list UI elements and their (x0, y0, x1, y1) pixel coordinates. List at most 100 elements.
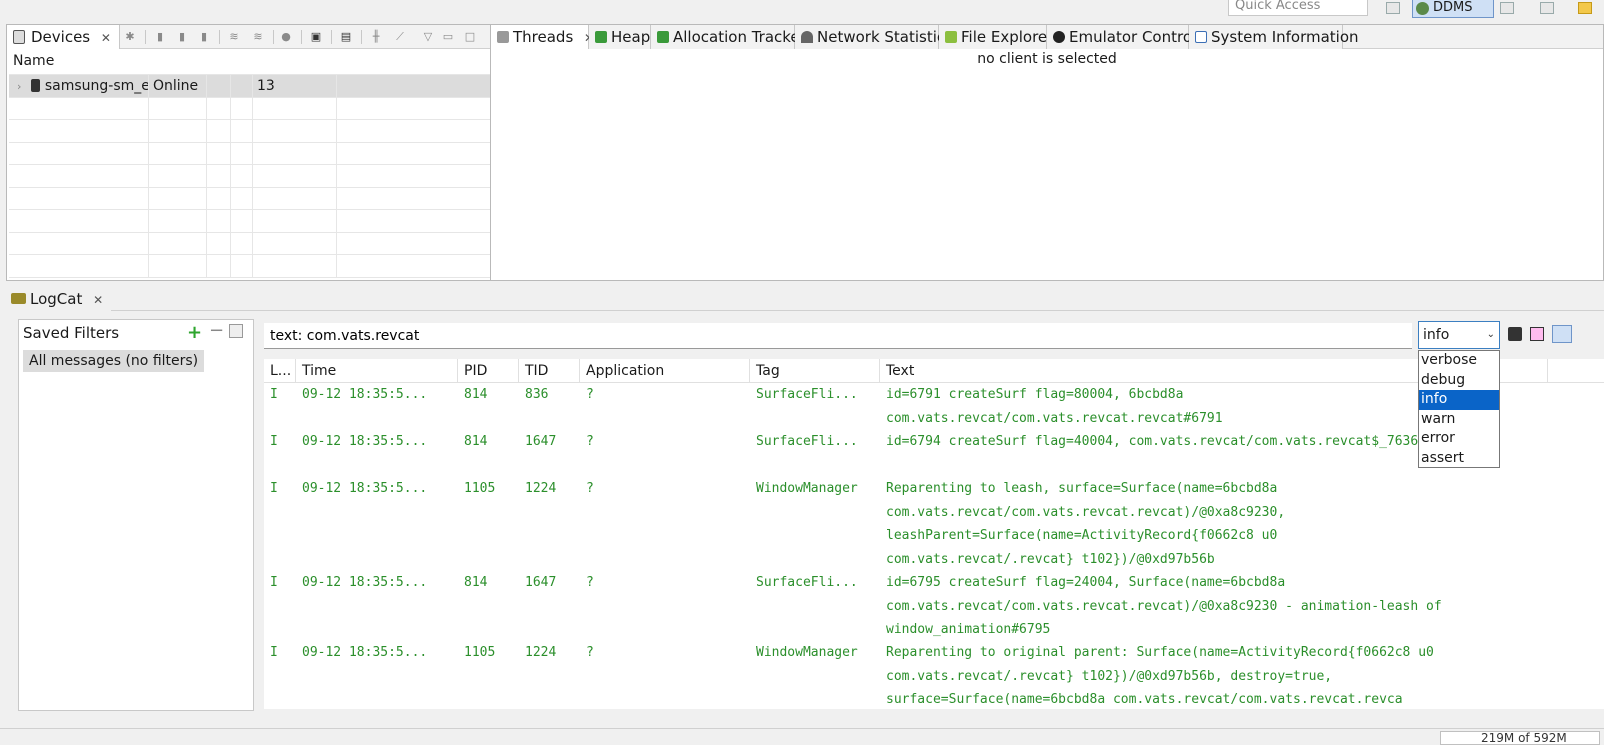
tab-devices-label: Devices (31, 28, 91, 46)
log-time: 09-12 18:35:5... (302, 434, 428, 449)
tab-heap[interactable]: Heap (589, 25, 651, 49)
device-icon (13, 30, 25, 44)
tab-network-statistics[interactable]: Network Statistics (795, 25, 953, 49)
heap-status[interactable]: 219M of 592M (1440, 731, 1600, 745)
log-pid: 814 (464, 575, 488, 590)
android-icon (945, 31, 957, 43)
devices-table: Name › samsung-sm_e Online 13 (9, 50, 493, 278)
dump-view-hierarchy-icon[interactable]: ▤ (339, 31, 353, 43)
log-pid: 1105 (464, 645, 496, 660)
debug-process-icon[interactable]: ✱ (123, 31, 137, 43)
log-tag: WindowManager (756, 481, 858, 496)
log-text: id=6794 createSurf flag=40004, com.vats.… (886, 434, 1458, 449)
close-icon[interactable]: ✕ (93, 293, 103, 307)
table-header: Name (9, 50, 493, 75)
separator (301, 30, 302, 44)
start-method-profiling-icon[interactable]: ≋ (251, 31, 265, 43)
separator (145, 30, 146, 44)
log-level-value: info (1423, 327, 1450, 343)
threads-tabbar: Threads ✕ Heap Allocation Tracker Networ… (491, 25, 1603, 49)
level-option-warn[interactable]: warn (1419, 410, 1499, 430)
log-time: 09-12 18:35:5... (302, 387, 428, 402)
log-tag: WindowManager (756, 645, 858, 660)
tab-allocation-tracker-label: Allocation Tracker (673, 28, 806, 46)
device-cell-empty (207, 75, 231, 97)
column-header-tid[interactable]: TID (519, 359, 580, 383)
update-heap-icon[interactable]: ▮ (153, 31, 167, 43)
column-header-pid[interactable]: PID (458, 359, 519, 383)
systrace-icon[interactable]: ╫ (369, 31, 383, 43)
tab-emulator-control[interactable]: Emulator Control (1047, 25, 1196, 49)
tab-logcat[interactable]: LogCat ✕ (6, 287, 112, 311)
column-header-name[interactable]: Name (9, 50, 493, 74)
save-icon[interactable] (1508, 327, 1522, 341)
level-option-verbose[interactable]: verbose (1419, 351, 1499, 371)
perspective-menu-icon-2[interactable] (1540, 2, 1554, 14)
ddms-perspective-button[interactable]: DDMS (1412, 0, 1494, 18)
tab-system-information-label: System Information (1211, 28, 1359, 46)
quick-access-input[interactable]: Quick Access (1228, 0, 1368, 16)
tab-system-information[interactable]: System Information (1189, 25, 1359, 49)
perspective-menu-icon[interactable] (1500, 2, 1514, 14)
status-bar: 219M of 592M (0, 728, 1604, 745)
log-level: I (270, 575, 278, 590)
toggle-filters-icon[interactable] (1552, 325, 1572, 343)
column-header-level[interactable]: L... (264, 359, 296, 383)
wifi-icon (801, 31, 813, 43)
log-text: Reparenting to original parent: Surface(… (886, 645, 1434, 707)
level-option-assert[interactable]: assert (1419, 449, 1499, 469)
top-toolbar: Quick Access DDMS (0, 0, 1604, 22)
log-text: id=6795 createSurf flag=24004, Surface(n… (886, 575, 1442, 637)
log-tid: 1647 (525, 434, 557, 449)
clear-log-icon[interactable] (1530, 327, 1544, 341)
level-option-debug[interactable]: debug (1419, 371, 1499, 391)
device-row[interactable]: › samsung-sm_e Online 13 (9, 75, 493, 98)
column-header-tag[interactable]: Tag (750, 359, 880, 383)
tab-heap-label: Heap (611, 28, 651, 46)
level-option-error[interactable]: error (1419, 429, 1499, 449)
maximize-icon[interactable]: □ (463, 31, 477, 43)
minimize-icon[interactable]: ▭ (441, 31, 455, 43)
filter-item-all-messages[interactable]: All messages (no filters) (23, 350, 205, 372)
view-menu-icon[interactable]: ▽ (421, 31, 435, 43)
threads-icon (497, 31, 509, 43)
tab-file-explorer[interactable]: File Explorer (939, 25, 1053, 49)
log-level-dropdown: verbose debug info warn error assert (1418, 350, 1500, 468)
log-pid: 814 (464, 387, 488, 402)
level-option-info[interactable]: info (1419, 390, 1499, 410)
log-tid: 1224 (525, 481, 557, 496)
log-tid: 1224 (525, 645, 557, 660)
tab-threads[interactable]: Threads ✕ (491, 25, 594, 49)
expand-chevron-icon[interactable]: › (17, 80, 21, 93)
dump-hprof-icon[interactable]: ▮ (175, 31, 189, 43)
empty-row (9, 142, 493, 165)
tab-devices[interactable]: Devices ✕ (7, 25, 120, 49)
device-cell-empty (231, 75, 253, 97)
opengl-trace-icon[interactable]: ⟋ (393, 31, 407, 43)
log-application: ? (586, 645, 594, 660)
heap-icon (595, 31, 607, 43)
saved-filters-panel: Saved Filters + − All messages (no filte… (18, 319, 254, 711)
log-level-select[interactable]: info ⌄ (1418, 321, 1500, 349)
tab-network-statistics-label: Network Statistics (817, 28, 953, 46)
column-header-time[interactable]: Time (296, 359, 458, 383)
remove-filter-icon[interactable]: − (209, 320, 224, 341)
devices-tabbar: Devices ✕ ✱ ▮ ▮ ▮ ≋ ≋ ● ▣ ▤ ╫ ⟋ ▽ ▭ □ (7, 25, 497, 49)
close-icon[interactable]: ✕ (101, 31, 111, 45)
screen-capture-icon[interactable]: ▣ (309, 31, 323, 43)
log-application: ? (586, 575, 594, 590)
open-perspective-icon[interactable] (1386, 2, 1400, 14)
stop-process-icon[interactable]: ● (279, 31, 293, 43)
column-header-application[interactable]: Application (580, 359, 750, 383)
tab-allocation-tracker[interactable]: Allocation Tracker (651, 25, 806, 49)
edit-filter-icon[interactable] (229, 324, 243, 338)
update-threads-icon[interactable]: ≋ (227, 31, 241, 43)
cause-gc-icon[interactable]: ▮ (197, 31, 211, 43)
logcat-search-input[interactable] (264, 323, 1412, 349)
notification-icon[interactable] (1578, 2, 1592, 14)
log-tid: 836 (525, 387, 549, 402)
log-tag: SurfaceFli... (756, 575, 858, 590)
add-filter-icon[interactable]: + (187, 322, 202, 343)
logcat-icon (11, 293, 26, 304)
log-tid: 1647 (525, 575, 557, 590)
